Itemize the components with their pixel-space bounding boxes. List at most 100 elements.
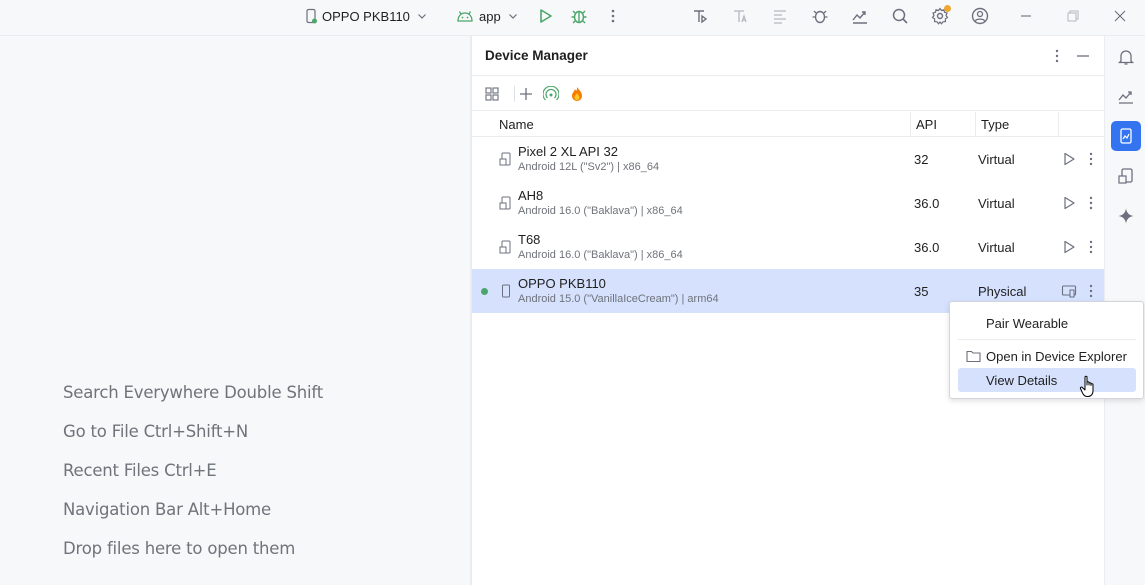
column-divider: [975, 112, 976, 137]
menu-item-label: View Details: [986, 373, 1058, 388]
list-icon: [774, 10, 786, 24]
chevron-down-icon: [508, 14, 517, 19]
notifications-button[interactable]: [1111, 42, 1141, 72]
device-manager-tool-button[interactable]: [1111, 121, 1141, 151]
more-vertical-icon[interactable]: [1084, 239, 1098, 255]
more-vertical-icon[interactable]: [1050, 48, 1064, 64]
panel-title: Device Manager: [485, 48, 588, 63]
table-row[interactable]: Pixel 2 XL API 32 Android 12L ("Sv2") | …: [472, 137, 1105, 181]
virtual-device-icon: [499, 240, 511, 254]
device-name: OPPO PKB110: [518, 276, 606, 291]
toolbar-separator: [514, 86, 515, 102]
hand-cursor-icon: [1079, 375, 1094, 397]
start-device-icon[interactable]: [1061, 195, 1077, 211]
device-api: 32: [914, 152, 929, 167]
device-type: Physical: [978, 284, 1027, 299]
bell-icon: [1117, 50, 1135, 65]
wifi-icon: [543, 86, 559, 101]
more-vertical-icon[interactable]: [1084, 195, 1098, 211]
hide-panel-icon[interactable]: [1075, 48, 1091, 64]
sync-button[interactable]: [769, 5, 791, 27]
firebase-icon: [572, 87, 582, 101]
user-icon: [971, 7, 989, 25]
table-row[interactable]: AH8 Android 16.0 ("Baklava") | x86_64 36…: [472, 181, 1105, 225]
editor-empty-state: Search Everywhere Double Shift Go to Fil…: [0, 36, 471, 585]
running-devices-tool-button[interactable]: [1111, 161, 1141, 191]
gemini-tool-button[interactable]: [1111, 201, 1141, 231]
device-name: T68: [518, 232, 541, 247]
device-selector-label: OPPO PKB110: [322, 8, 410, 24]
virtual-device-icon: [499, 196, 511, 210]
column-name[interactable]: Name: [499, 117, 534, 132]
profiler-button[interactable]: [849, 5, 871, 27]
device-manager-icon: [1120, 128, 1132, 144]
attach-debugger-button[interactable]: [809, 5, 831, 27]
device-selector[interactable]: OPPO PKB110: [304, 0, 428, 32]
device-api: 36.0: [914, 240, 940, 255]
device-detail: Android 15.0 ("VanillaIceCream") | arm64: [518, 293, 719, 305]
phone-icon: [306, 8, 317, 24]
firebase-test-lab-button[interactable]: [567, 84, 587, 104]
device-mirror-icon[interactable]: [1061, 283, 1077, 299]
run-config-label: app: [479, 8, 501, 24]
more-vertical-icon[interactable]: [1084, 283, 1098, 299]
hint-navigation-bar: Navigation Bar Alt+Home: [63, 500, 271, 519]
account-button[interactable]: [969, 5, 991, 27]
folder-icon: [966, 350, 981, 363]
debug-button[interactable]: [568, 5, 590, 27]
device-table-header: Name API Type: [472, 112, 1105, 137]
restore-icon: [1067, 10, 1079, 22]
chevron-down-icon: [417, 14, 426, 19]
column-divider: [1058, 112, 1059, 137]
bug-icon: [571, 10, 587, 24]
apply-code-changes-button[interactable]: [729, 5, 751, 27]
device-detail: Android 16.0 ("Baklava") | x86_64: [518, 249, 683, 261]
online-status-dot: [481, 288, 488, 295]
group-devices-button[interactable]: [482, 84, 502, 104]
table-row[interactable]: T68 Android 16.0 ("Baklava") | x86_64 36…: [472, 225, 1105, 269]
column-api[interactable]: API: [916, 117, 937, 132]
pair-wifi-button[interactable]: [541, 84, 561, 104]
hint-search-everywhere: Search Everywhere Double Shift: [63, 383, 323, 402]
device-api: 36.0: [914, 196, 940, 211]
device-name: AH8: [518, 188, 544, 203]
profiler-icon: [1118, 91, 1133, 104]
menu-item-label: Open in Device Explorer: [986, 349, 1127, 364]
column-type[interactable]: Type: [981, 117, 1009, 132]
restore-window-button[interactable]: [1062, 5, 1084, 27]
device-detail: Android 12L ("Sv2") | x86_64: [518, 161, 660, 173]
profiler-icon: [852, 11, 867, 24]
run-button[interactable]: [534, 5, 556, 27]
apply-code-icon: [734, 10, 747, 23]
profiler-tool-button[interactable]: [1111, 81, 1141, 111]
menu-item-label: Pair Wearable: [986, 316, 1069, 331]
more-actions-button[interactable]: [602, 5, 624, 27]
device-manager-toolbar: [472, 77, 1105, 111]
add-device-button[interactable]: [516, 84, 536, 104]
menu-item-open-device-explorer[interactable]: Open in Device Explorer: [958, 344, 1136, 368]
search-button[interactable]: [889, 5, 911, 27]
apply-changes-button[interactable]: [689, 5, 711, 27]
close-window-button[interactable]: [1109, 5, 1131, 27]
more-vertical-icon: [611, 9, 615, 23]
device-type: Virtual: [978, 196, 1015, 211]
start-device-icon[interactable]: [1061, 151, 1077, 167]
menu-item-view-details[interactable]: View Details: [958, 368, 1136, 392]
device-context-menu: Pair Wearable Open in Device Explorer Vi…: [949, 301, 1144, 399]
menu-item-pair-wearable[interactable]: Pair Wearable: [958, 311, 1136, 335]
run-config-selector[interactable]: app: [456, 0, 519, 32]
plus-icon: [520, 88, 532, 100]
menu-separator: [958, 339, 1136, 340]
attach-debugger-icon: [812, 10, 828, 24]
virtual-device-icon: [499, 152, 511, 166]
run-icon: [540, 9, 552, 23]
device-manager-header: Device Manager: [472, 36, 1105, 76]
running-devices-icon: [1118, 168, 1133, 184]
device-api: 35: [914, 284, 929, 299]
settings-button[interactable]: [929, 5, 951, 27]
more-vertical-icon[interactable]: [1084, 151, 1098, 167]
notification-dot: [944, 5, 951, 12]
minimize-window-button[interactable]: [1015, 5, 1037, 27]
start-device-icon[interactable]: [1061, 239, 1077, 255]
hint-go-to-file: Go to File Ctrl+Shift+N: [63, 422, 249, 441]
